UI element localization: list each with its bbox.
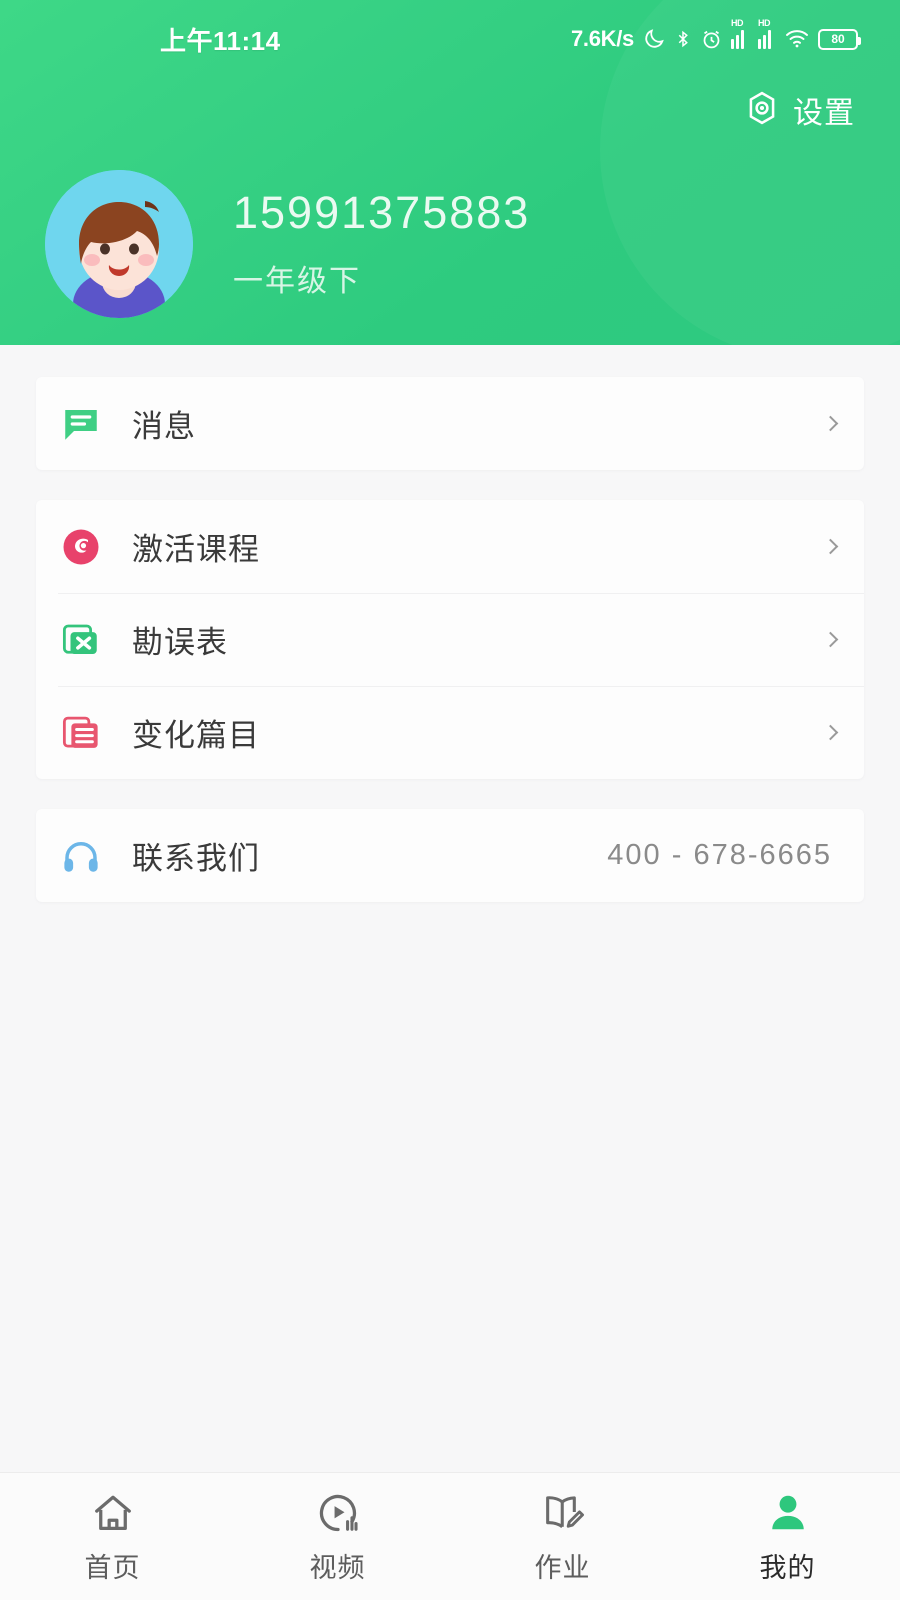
- chevron-right-icon: [822, 631, 839, 648]
- list-item-label: 联系我们: [132, 841, 260, 876]
- signal-hd-icon: HD: [731, 18, 749, 49]
- status-bar-time: 上午11:14: [160, 25, 281, 56]
- changed-articles-icon: [58, 710, 104, 756]
- list-item-right: 400 - 678-6665: [607, 839, 836, 872]
- user-phone: 15991375883: [233, 187, 531, 239]
- signal-hd-label: HD: [758, 18, 771, 28]
- list-item-right: [819, 415, 839, 432]
- tab-video[interactable]: 视频: [225, 1473, 450, 1600]
- bluetooth-icon: [674, 28, 692, 50]
- errata-sheet-icon: [58, 617, 104, 663]
- settings-list: 消息 激活课程 勘误表 变化篇目 联系我们 400 - 678-6665: [0, 377, 900, 902]
- user-grade: 一年级下: [233, 264, 361, 298]
- headphones-icon: [58, 833, 104, 879]
- chevron-right-icon: [822, 538, 839, 555]
- list-item-messages[interactable]: 消息: [36, 377, 864, 470]
- status-bar: 上午11:14 7.6K/s HD HD 80: [0, 0, 900, 78]
- homework-icon: [540, 1488, 586, 1538]
- list-item-activate-course[interactable]: 激活课程: [36, 500, 864, 593]
- profile-icon: [765, 1488, 811, 1538]
- list-item-label: 激活课程: [132, 532, 260, 567]
- settings-label: 设置: [793, 97, 855, 130]
- home-icon: [90, 1488, 136, 1538]
- list-item-right: [819, 538, 839, 555]
- avatar: [45, 170, 193, 318]
- tab-label: 作业: [534, 1553, 591, 1583]
- profile-header: 上午11:14 7.6K/s HD HD 80 设置 15991375883 一…: [0, 0, 900, 345]
- signal-hd-icon: HD: [758, 18, 776, 49]
- section-contact: 联系我们 400 - 678-6665: [36, 809, 864, 902]
- list-item-contact-us[interactable]: 联系我们 400 - 678-6665: [36, 809, 864, 902]
- chevron-right-icon: [822, 724, 839, 741]
- list-item-changed-articles[interactable]: 变化篇目: [36, 686, 864, 779]
- battery-icon: 80: [818, 28, 861, 50]
- list-item-label: 消息: [132, 409, 196, 444]
- gear-icon: [743, 89, 781, 132]
- tab-homework[interactable]: 作业: [450, 1473, 675, 1600]
- message-icon: [58, 401, 104, 447]
- video-icon: [315, 1488, 361, 1538]
- battery-level-label: 80: [831, 32, 845, 46]
- moon-icon: [643, 28, 665, 50]
- status-bar-icons: 7.6K/s HD HD 80: [570, 18, 861, 52]
- user-meta: 15991375883 一年级下: [233, 188, 530, 300]
- user-profile[interactable]: 15991375883 一年级下: [45, 170, 530, 318]
- contact-phone-number: 400 - 678-6665: [607, 839, 832, 871]
- section-course-tools: 激活课程 勘误表 变化篇目: [36, 500, 864, 779]
- tab-label: 我的: [759, 1553, 816, 1583]
- list-item-right: [819, 724, 839, 741]
- signal-hd-label: HD: [731, 18, 744, 28]
- tab-home[interactable]: 首页: [0, 1473, 225, 1600]
- wifi-icon: [785, 29, 809, 49]
- list-item-right: [819, 631, 839, 648]
- list-item-label: 勘误表: [132, 625, 228, 660]
- settings-button[interactable]: 设置: [743, 88, 855, 132]
- tab-label: 首页: [84, 1553, 141, 1583]
- tab-label: 视频: [309, 1553, 366, 1583]
- alarm-icon: [701, 29, 722, 50]
- bottom-navigation: 首页 视频 作业 我的: [0, 1472, 900, 1600]
- tab-profile[interactable]: 我的: [675, 1473, 900, 1600]
- list-item-label: 变化篇目: [132, 718, 260, 753]
- section-messages: 消息: [36, 377, 864, 470]
- list-item-errata-sheet[interactable]: 勘误表: [36, 593, 864, 686]
- activate-course-icon: [58, 524, 104, 570]
- network-speed-label: 7.6K/s: [570, 26, 634, 51]
- chevron-right-icon: [822, 415, 839, 432]
